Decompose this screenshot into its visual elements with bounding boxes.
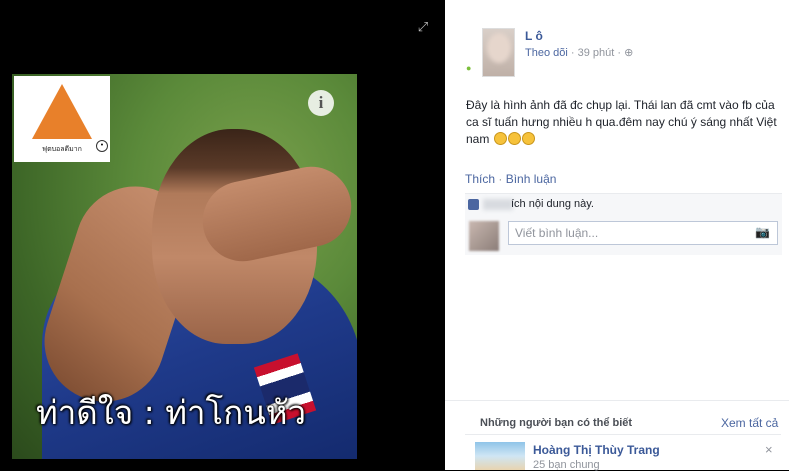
like-thumb-icon	[468, 199, 479, 210]
poster-avatar[interactable]	[482, 28, 515, 77]
comment-placeholder: Viết bình luận...	[515, 226, 599, 240]
camera-icon[interactable]: 📷	[755, 226, 771, 239]
friend-mutual-count[interactable]: 25 bạn chung	[533, 459, 600, 471]
post-meta: Theo dõi · 39 phút · ⊕	[525, 46, 633, 59]
laughing-emoji-icon	[521, 132, 535, 145]
reactions-names-blurred	[483, 199, 513, 210]
commenter-avatar	[469, 221, 499, 251]
comment-link[interactable]: Bình luận	[506, 172, 557, 186]
comment-input[interactable]: Viết bình luận... 📷	[508, 221, 778, 245]
reactions-text: ích nội dung này.	[511, 198, 594, 210]
friend-name[interactable]: Hoàng Thị Thùy Trang	[533, 443, 660, 457]
meta-separator: ·	[570, 47, 578, 59]
friend-avatar[interactable]	[475, 442, 525, 470]
poster-name[interactable]: L ô	[525, 29, 543, 43]
comment-composer: Viết bình luận... 📷	[465, 215, 782, 255]
post-text: Đây là hình ảnh đã đc chụp lại. Thái lan…	[466, 97, 781, 148]
laughing-emoji-icon	[493, 132, 507, 145]
logo-seal-icon: •	[96, 140, 108, 152]
globe-icon: ⊕	[624, 47, 634, 59]
pymk-title: Những người bạn có thể biết	[480, 417, 633, 429]
post-photo[interactable]: ฟุตบอลดีมาก • i ท่าดีใจ : ท่าโกนหัว	[12, 74, 357, 459]
avatar-face	[487, 33, 511, 63]
laughing-emoji-icon	[507, 132, 521, 145]
divider	[465, 434, 781, 435]
info-icon[interactable]: i	[308, 90, 334, 116]
follow-link[interactable]: Theo dõi	[525, 47, 568, 59]
like-link[interactable]: Thích	[465, 172, 495, 186]
close-icon[interactable]: ×	[765, 442, 773, 457]
post-time[interactable]: 39 phút	[578, 47, 615, 59]
page-logo: ฟุตบอลดีมาก •	[14, 76, 110, 162]
logo-triangle-icon	[32, 84, 92, 139]
active-status-icon: ●	[466, 63, 472, 73]
actions-separator: ·	[498, 172, 503, 186]
expand-icon[interactable]: ⤢	[414, 18, 432, 36]
logo-text: ฟุตบอลดีมาก	[42, 146, 82, 153]
photo-caption: ท่าดีใจ : ท่าโกนหัว	[36, 393, 307, 432]
see-all-link[interactable]: Xem tất cả	[721, 416, 778, 430]
photo-viewer: ⤢ ฟุตบอลดีมาก • i ท่าดีใจ : ท่าโกนหัว	[0, 0, 445, 470]
reactions-bar: ích nội dung này.	[465, 193, 782, 215]
post-actions: Thích · Bình luận	[465, 172, 556, 186]
